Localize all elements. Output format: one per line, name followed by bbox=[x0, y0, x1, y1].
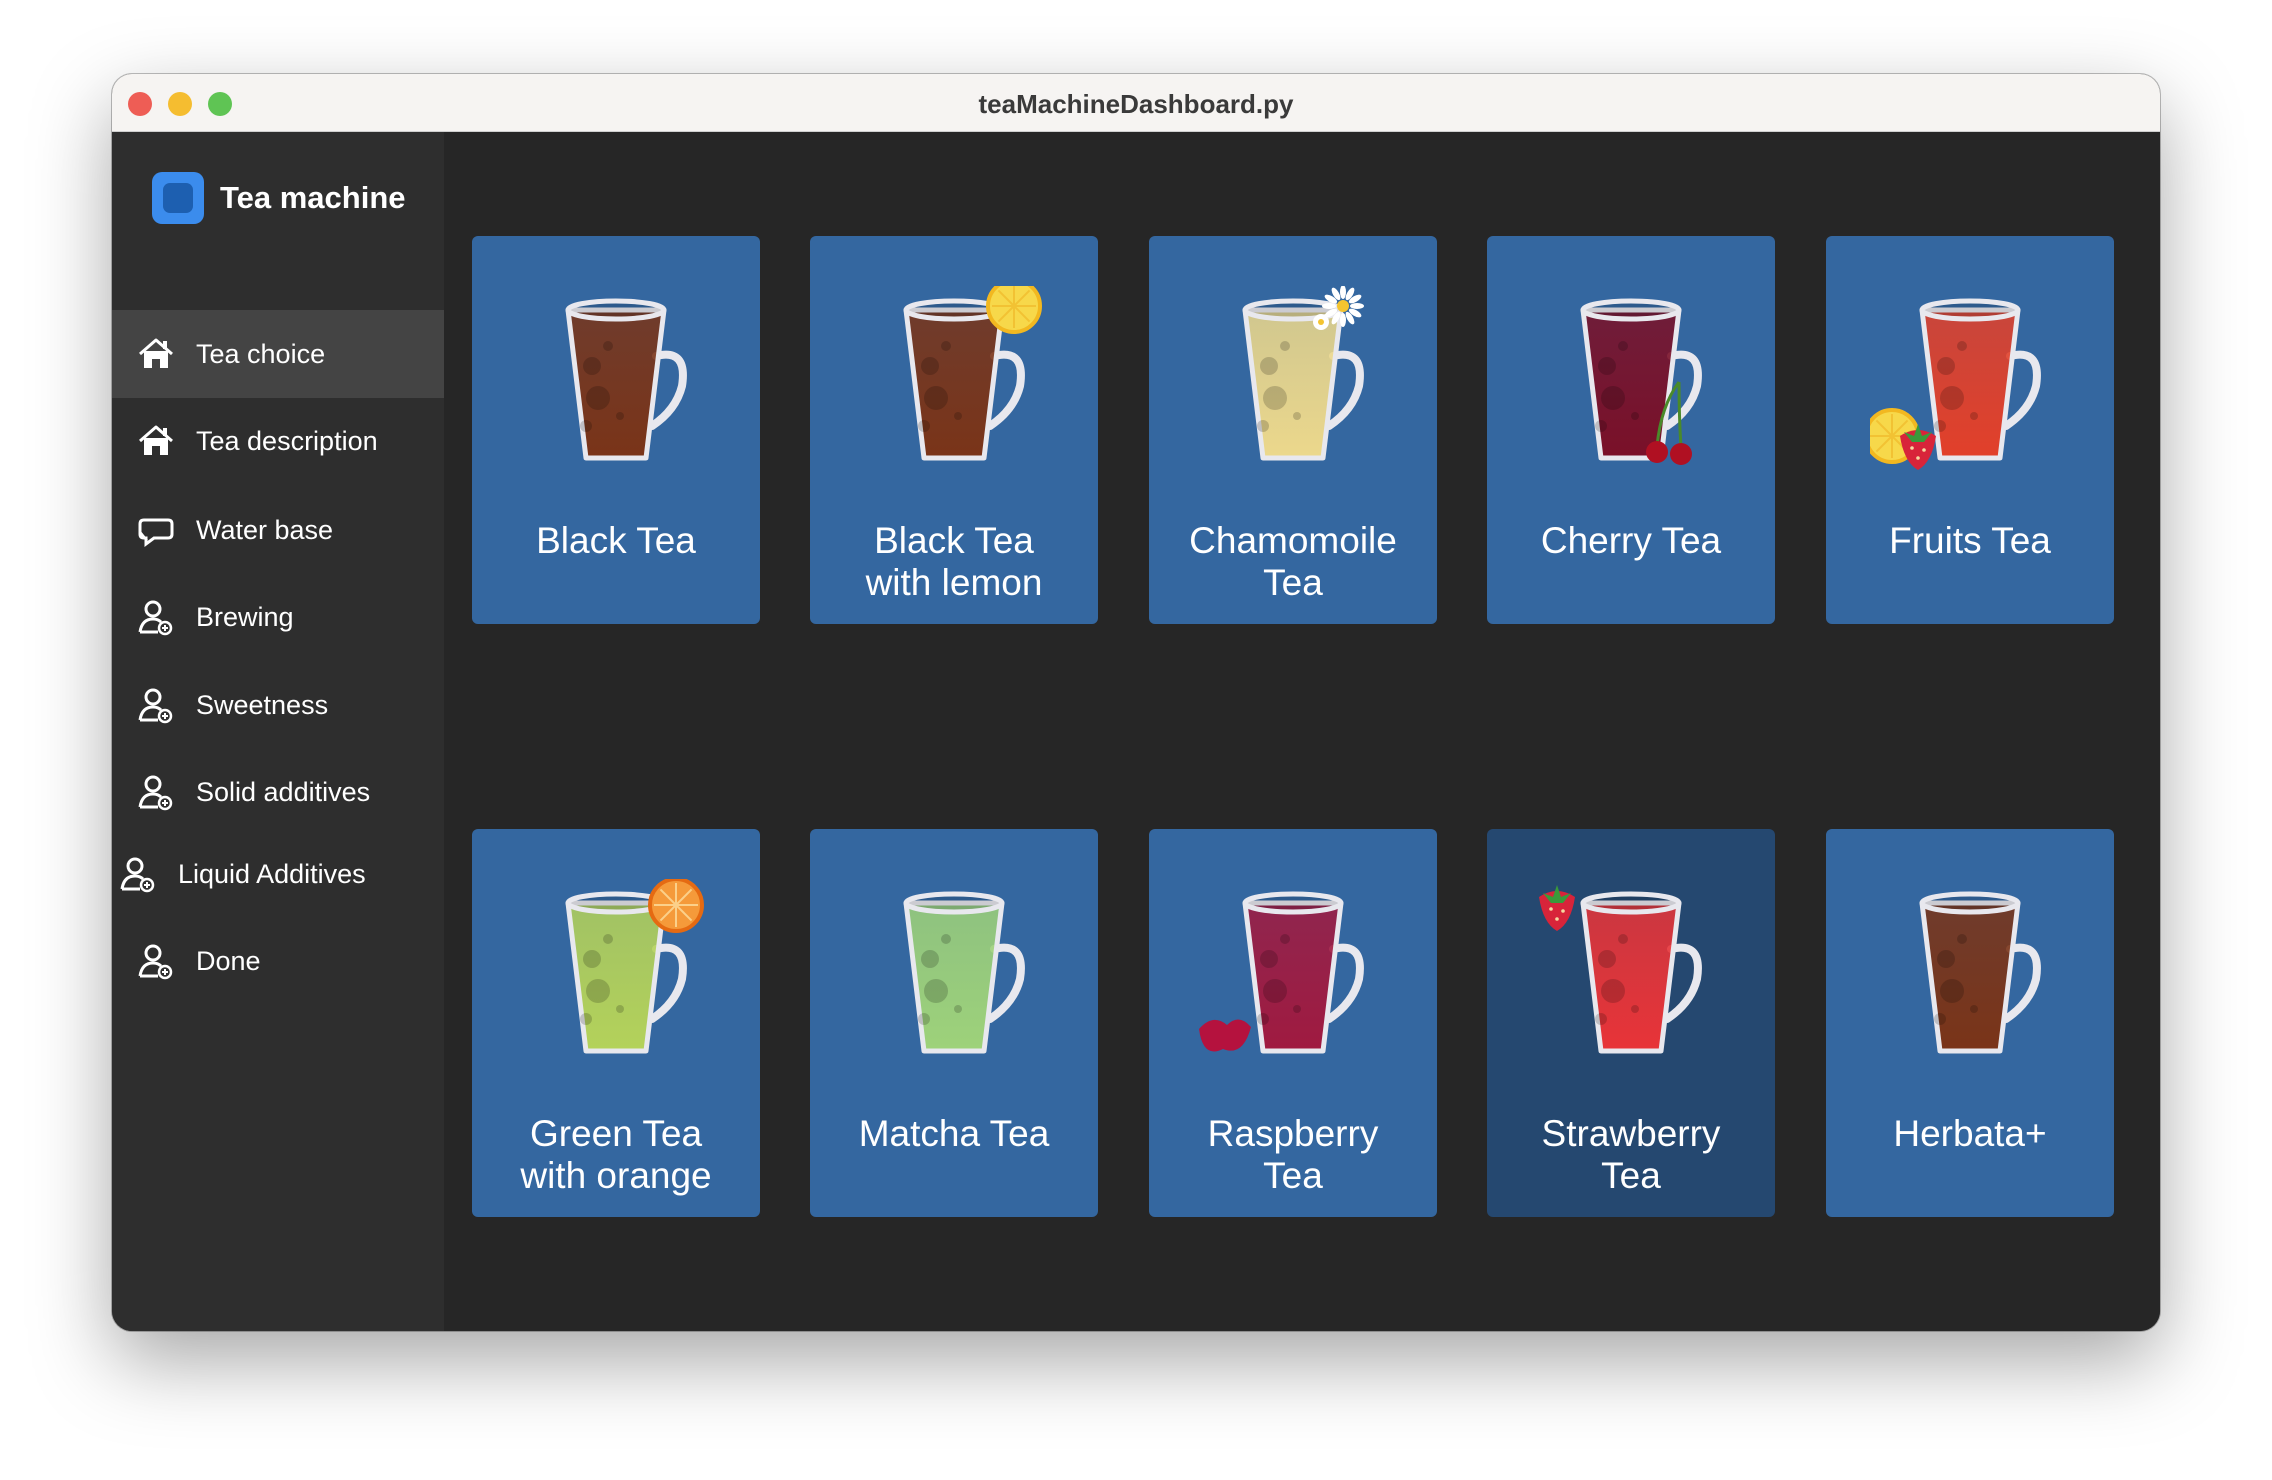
tea-card-label: Strawberry Tea bbox=[1487, 1113, 1775, 1197]
chat-icon bbox=[134, 508, 178, 552]
tea-card-label: Cherry Tea bbox=[1487, 520, 1775, 562]
tea-card-strawberry-tea[interactable]: Strawberry Tea bbox=[1487, 829, 1775, 1217]
user-add-icon bbox=[134, 770, 178, 814]
window-title: teaMachineDashboard.py bbox=[978, 89, 1294, 119]
user-add-icon bbox=[116, 852, 160, 896]
sidebar-item-label: Solid additives bbox=[196, 776, 371, 807]
app-name: Tea machine bbox=[220, 180, 406, 215]
tea-cup-icon bbox=[1199, 891, 1364, 1054]
sidebar-item-label: Brewing bbox=[196, 601, 294, 632]
app-logo-icon bbox=[152, 172, 204, 224]
tea-card-label-line1: Chamomoile bbox=[1189, 520, 1397, 561]
tea-cup-icon bbox=[565, 298, 687, 461]
sidebar-item-label: Sweetness bbox=[196, 689, 329, 720]
tea-cup-icon bbox=[1919, 891, 2041, 1054]
tea-card-label-line2: with orange bbox=[520, 1155, 712, 1196]
tea-card-green-tea-with-orange[interactable]: Green Tea with orange bbox=[472, 829, 760, 1217]
tea-card-raspberry-tea[interactable]: Raspberry Tea bbox=[1149, 829, 1437, 1217]
tea-card-label: Matcha Tea bbox=[810, 1113, 1098, 1155]
sidebar-item-label: Tea description bbox=[196, 425, 378, 456]
sidebar-item-sweetness[interactable]: Sweetness bbox=[112, 661, 444, 749]
app-window: teaMachineDashboard.py Tea machine Tea c… bbox=[112, 74, 2160, 1331]
tea-card-black-tea[interactable]: Black Tea bbox=[472, 236, 760, 624]
tea-card-label: Green Tea with orange bbox=[472, 1113, 760, 1197]
sidebar-item-label: Liquid Additives bbox=[178, 858, 366, 889]
tea-card-label-line2: Tea bbox=[1263, 1155, 1323, 1196]
tea-card-label-line2: Tea bbox=[1263, 562, 1323, 603]
home-icon bbox=[134, 419, 178, 463]
tea-card-label-line1: Green Tea bbox=[529, 1113, 703, 1154]
brand: Tea machine bbox=[152, 172, 406, 224]
sidebar-item-label: Water base bbox=[196, 514, 334, 545]
tea-cup-icon bbox=[1242, 286, 1364, 461]
user-add-icon bbox=[134, 595, 178, 639]
tea-card-fruits-tea[interactable]: Fruits Tea bbox=[1826, 236, 2114, 624]
sidebar-item-settings[interactable]: Settings bbox=[112, 1317, 444, 1331]
tea-cup-icon bbox=[903, 286, 1042, 461]
sidebar-item-solid-additives[interactable]: Solid additives bbox=[112, 748, 444, 836]
strawberry-icon bbox=[1539, 885, 1575, 931]
tea-card-label-line1: Strawberry bbox=[1541, 1113, 1721, 1154]
sidebar-item-water-base[interactable]: Water base bbox=[112, 486, 444, 574]
user-add-icon bbox=[134, 939, 178, 983]
sidebar-item-brewing[interactable]: Brewing bbox=[112, 573, 444, 661]
tea-card-label: Raspberry Tea bbox=[1149, 1113, 1437, 1197]
sidebar-item-liquid-additives[interactable]: Liquid Additives bbox=[112, 830, 444, 918]
orange-slice-icon bbox=[648, 879, 704, 933]
sidebar-item-done[interactable]: Done bbox=[112, 917, 444, 1005]
sidebar-item-tea-description[interactable]: Tea description bbox=[112, 397, 444, 485]
tea-card-label-line1: Black Tea bbox=[536, 520, 696, 561]
tea-card-chamomoile-tea[interactable]: Chamomoile Tea bbox=[1149, 236, 1437, 624]
tea-card-label: Herbata+ bbox=[1826, 1113, 2114, 1155]
tea-card-label: Black Tea with lemon bbox=[810, 520, 1098, 604]
title-bar: teaMachineDashboard.py bbox=[112, 74, 2160, 132]
tea-card-label-line2: with lemon bbox=[865, 562, 1043, 603]
tea-card-matcha-tea[interactable]: Matcha Tea bbox=[810, 829, 1098, 1217]
tea-card-label-line2: Tea bbox=[1601, 1155, 1661, 1196]
tea-card-label-line1: Cherry Tea bbox=[1540, 520, 1722, 561]
tea-card-label: Black Tea bbox=[472, 520, 760, 562]
tea-card-label-line1: Herbata+ bbox=[1893, 1113, 2047, 1154]
tea-card-label: Chamomoile Tea bbox=[1149, 520, 1437, 604]
sidebar-item-tea-choice[interactable]: Tea choice bbox=[112, 310, 444, 398]
sidebar-item-label: Tea choice bbox=[196, 338, 326, 369]
home-icon bbox=[134, 332, 178, 376]
tea-card-label: Fruits Tea bbox=[1826, 520, 2114, 562]
sidebar-item-label: Done bbox=[196, 945, 261, 976]
tea-card-label-line1: Fruits Tea bbox=[1889, 520, 2051, 561]
tea-cup-icon bbox=[1580, 298, 1702, 465]
tea-cup-icon bbox=[565, 879, 704, 1054]
tea-card-black-tea-with-lemon[interactable]: Black Tea with lemon bbox=[810, 236, 1098, 624]
tea-card-cherry-tea[interactable]: Cherry Tea bbox=[1487, 236, 1775, 624]
tea-cup-icon bbox=[1539, 885, 1702, 1054]
tea-card-herbata-[interactable]: Herbata+ bbox=[1826, 829, 2114, 1217]
lemon-slice-icon bbox=[986, 286, 1042, 334]
tea-card-label-line1: Matcha Tea bbox=[858, 1113, 1050, 1154]
tea-card-label-line1: Black Tea bbox=[874, 520, 1034, 561]
raspberry-icon bbox=[1199, 1019, 1251, 1052]
tea-cup-icon bbox=[1870, 298, 2041, 470]
tea-cup-icon bbox=[903, 891, 1025, 1054]
tea-card-label-line1: Raspberry bbox=[1207, 1113, 1379, 1154]
user-add-icon bbox=[134, 683, 178, 727]
sidebar: Tea machine Tea choice Tea description Wat… bbox=[112, 132, 444, 1331]
tea-grid: Black Tea Black Tea with lemon Chamomoile… bbox=[444, 132, 2160, 1331]
